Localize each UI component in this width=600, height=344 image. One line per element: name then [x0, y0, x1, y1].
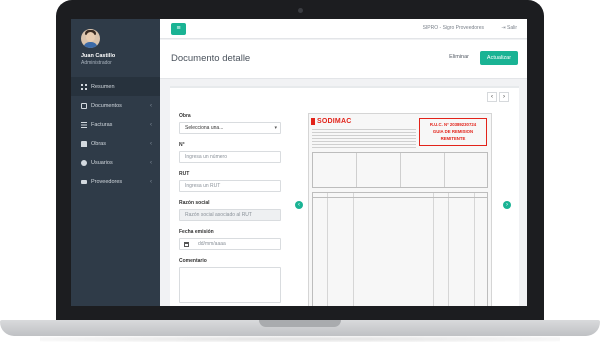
dashboard-icon — [81, 83, 87, 90]
sidebar-item-label: Resumen — [91, 83, 115, 90]
sidebar-item-label: Usuarios — [91, 159, 113, 166]
numero-input[interactable]: Ingresa un número — [179, 151, 281, 163]
document-address-lines — [312, 129, 416, 149]
ruc-doc-type: GUIA DE REMISION — [432, 129, 474, 134]
obra-label: Obra — [179, 113, 191, 119]
prev-page-button[interactable]: ‹ — [487, 92, 497, 102]
next-page-button[interactable]: › — [499, 92, 509, 102]
document-viewer: ‹ SODIMAC R.U.C. Nº 20389230724 GUIA DE … — [294, 113, 512, 306]
buildings-icon — [81, 140, 87, 147]
comentario-textarea[interactable] — [179, 267, 281, 303]
rut-input[interactable]: Ingresa un RUT — [179, 180, 281, 192]
chevron-left-icon: ‹ — [150, 159, 152, 166]
comentario-label: Comentario — [179, 258, 207, 264]
sidebar-item-label: Documentos — [91, 102, 122, 109]
laptop-frame: Juan Castillo Administrador Resumen Docu… — [56, 0, 544, 322]
pager: ‹ › — [487, 92, 509, 102]
sidebar-item-documentos[interactable]: Documentos ‹ — [71, 96, 160, 115]
user-name: Juan Castillo — [81, 53, 116, 59]
invoices-icon — [81, 121, 87, 128]
razon-social-input: Razón social asociado al RUT — [179, 209, 281, 221]
document-table-header — [313, 193, 487, 198]
delete-button[interactable]: Eliminar — [449, 54, 469, 60]
user-role: Administrador — [81, 60, 112, 66]
carousel-next-button[interactable]: › — [503, 201, 511, 209]
sodimac-logo: SODIMAC — [317, 118, 352, 125]
ruc-number: R.U.C. Nº 20389230724 — [429, 122, 477, 127]
document-card: ‹ › Obra Selecciona una... N° Ingresa un… — [170, 86, 519, 306]
user-profile: Juan Castillo Administrador — [71, 19, 160, 77]
chevron-left-icon: ‹ — [150, 121, 152, 128]
sidebar-item-usuarios[interactable]: Usuarios ‹ — [71, 153, 160, 172]
sidebar-item-label: Proveedores — [91, 178, 123, 185]
hamburger-icon: ≡ — [176, 25, 181, 32]
page-title: Documento detalle — [171, 53, 251, 64]
chevron-left-icon: ‹ — [150, 178, 152, 185]
sidebar-item-facturas[interactable]: Facturas ‹ — [71, 115, 160, 134]
document-image: SODIMAC R.U.C. Nº 20389230724 GUIA DE RE… — [308, 113, 492, 306]
update-button[interactable]: Actualizar — [480, 51, 518, 65]
screen: Juan Castillo Administrador Resumen Docu… — [71, 19, 527, 306]
sidebar-item-resumen[interactable]: Resumen — [71, 77, 160, 96]
obra-select[interactable]: Selecciona una... — [179, 122, 281, 134]
sidebar: Juan Castillo Administrador Resumen Docu… — [71, 19, 160, 306]
avatar[interactable] — [81, 29, 100, 48]
fecha-label: Fecha emisión — [179, 229, 214, 235]
ruc-doc-subtype: REMITENTE — [440, 136, 466, 141]
chevron-left-icon: ‹ — [150, 140, 152, 147]
razon-social-label: Razón social — [179, 200, 210, 206]
sidebar-item-label: Obras — [91, 140, 106, 147]
fecha-placeholder: dd/mm/aaaa — [198, 241, 226, 247]
sodimac-logo-mark — [311, 118, 315, 125]
carousel-prev-button[interactable]: ‹ — [295, 201, 303, 209]
logout-label: Salir — [506, 25, 517, 31]
app-title: SIPRO - Sigro Proveedores — [422, 25, 484, 31]
document-form: Obra Selecciona una... N° Ingresa un núm… — [179, 113, 281, 306]
ruc-box: R.U.C. Nº 20389230724 GUIA DE REMISION R… — [419, 118, 487, 146]
camera — [298, 8, 303, 13]
fecha-input[interactable]: dd/mm/aaaa — [179, 238, 281, 250]
numero-label: N° — [179, 142, 185, 148]
document-items-table — [312, 192, 488, 306]
calendar-icon — [184, 242, 189, 247]
top-bar: ≡ SIPRO - Sigro Proveedores ⇥ Salir — [160, 19, 527, 39]
chevron-left-icon: ‹ — [150, 102, 152, 109]
sidebar-item-proveedores[interactable]: Proveedores ‹ — [71, 172, 160, 191]
logout-link[interactable]: ⇥ Salir — [501, 25, 517, 31]
page-header: Documento detalle Eliminar Actualizar — [160, 40, 527, 79]
document-info-box — [312, 152, 488, 188]
menu-toggle-button[interactable]: ≡ — [171, 23, 186, 35]
rut-label: RUT — [179, 171, 190, 177]
laptop-notch — [259, 320, 341, 327]
laptop-shadow — [40, 336, 560, 342]
users-icon — [81, 159, 87, 166]
documents-icon — [81, 102, 87, 109]
truck-icon — [81, 179, 87, 184]
sidebar-item-obras[interactable]: Obras ‹ — [71, 134, 160, 153]
sidebar-item-label: Facturas — [91, 121, 113, 128]
